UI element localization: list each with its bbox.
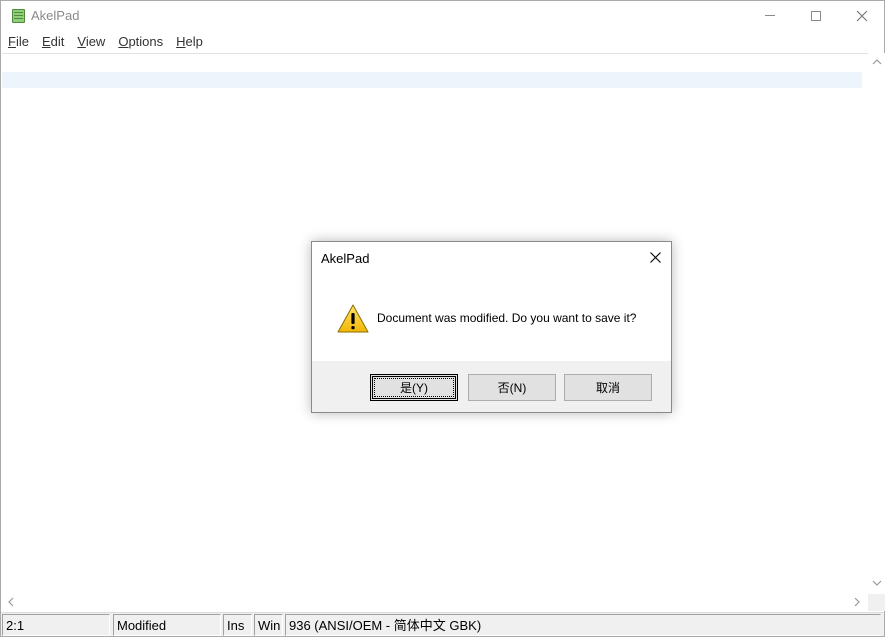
notepad-icon (12, 9, 25, 23)
menu-bar: File Edit View Options Help (1, 31, 884, 52)
status-modified: Modified (113, 614, 221, 636)
focus-ring (374, 378, 454, 397)
maximize-button[interactable] (793, 1, 839, 31)
dialog-body: Document was modified. Do you want to sa… (312, 274, 671, 361)
window-title: AkelPad (31, 8, 80, 23)
cancel-button-label: 取消 (595, 381, 620, 395)
title-bar[interactable]: AkelPad (1, 1, 884, 31)
status-insert-mode[interactable]: Ins (223, 614, 252, 636)
dialog-button-bar: 是(Y) 否(N) 取消 (312, 361, 671, 412)
status-codepage[interactable]: 936 (ANSI/OEM - 简体中文 GBK) (285, 614, 881, 636)
close-icon (649, 251, 661, 263)
save-prompt-dialog: AkelPad Document was modified. Do you wa… (311, 241, 672, 413)
dialog-message: Document was modified. Do you want to sa… (377, 311, 637, 325)
menu-edit[interactable]: Edit (35, 31, 70, 52)
menu-help-rest: elp (185, 34, 203, 49)
app-window: AkelPad File Edit View Options Help 2:1 … (0, 0, 885, 637)
scroll-down-icon[interactable] (872, 579, 882, 587)
horizontal-scrollbar[interactable] (2, 594, 868, 611)
no-button[interactable]: 否(N) (468, 374, 556, 401)
menu-options-rest: ptions (128, 34, 164, 49)
close-icon (856, 10, 868, 22)
minimize-button[interactable] (747, 1, 793, 31)
menu-view[interactable]: View (70, 31, 111, 52)
yes-button[interactable]: 是(Y) (370, 374, 458, 401)
status-newline[interactable]: Win (254, 614, 283, 636)
menu-file[interactable]: File (1, 31, 35, 52)
menu-file-rest: ile (15, 34, 29, 49)
close-button[interactable] (839, 1, 885, 31)
status-bar: 2:1 Modified Ins Win 936 (ANSI/OEM - 简体中… (1, 612, 884, 636)
current-line-highlight (2, 72, 862, 88)
scroll-left-icon[interactable] (7, 597, 15, 607)
vertical-scrollbar[interactable] (868, 53, 885, 594)
cancel-button[interactable]: 取消 (564, 374, 652, 401)
maximize-icon (811, 11, 821, 21)
status-cursor-position[interactable]: 2:1 (2, 614, 110, 636)
no-button-label: 否(N) (497, 381, 527, 395)
warning-icon (337, 304, 369, 333)
menu-edit-rest: dit (50, 34, 65, 49)
menu-view-rest: iew (85, 34, 106, 49)
scrollbar-corner (868, 594, 885, 611)
menu-options[interactable]: Options (111, 31, 169, 52)
menu-help[interactable]: Help (169, 31, 209, 52)
dialog-close-button[interactable] (639, 242, 671, 272)
minimize-icon (765, 15, 775, 16)
scroll-right-icon[interactable] (853, 597, 861, 607)
scroll-up-icon[interactable] (872, 58, 882, 66)
dialog-title: AkelPad (321, 251, 370, 266)
